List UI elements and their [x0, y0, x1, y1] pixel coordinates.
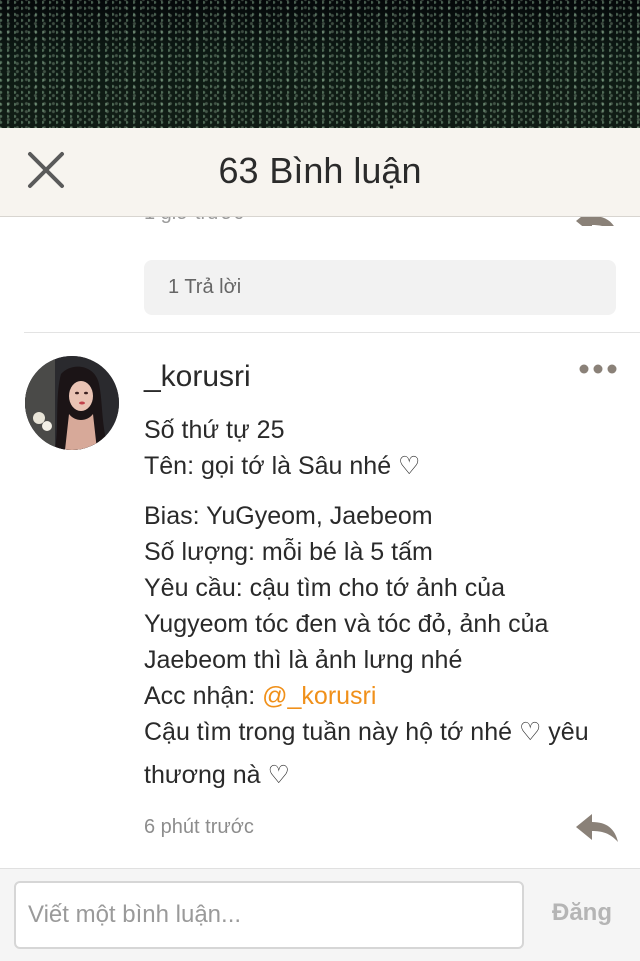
acc-label: Acc nhận: — [144, 682, 263, 710]
mention-link[interactable]: @_korusri — [262, 682, 376, 710]
reply-count-label: 1 Trả lời — [168, 276, 242, 298]
title-suffix: Bình luận — [269, 150, 422, 191]
comment-line: Yêu cầu: cậu tìm cho tớ ảnh của — [144, 574, 506, 602]
comment-composer: Đăng — [0, 868, 640, 961]
comment-divider — [24, 332, 640, 333]
comment-text: Số thứ tự 25 Tên: gọi tớ là Sâu nhé ♡ Bi… — [144, 412, 624, 800]
comment-line: thương nà ♡ — [144, 761, 290, 789]
more-dots-icon — [579, 364, 617, 374]
comment-username[interactable]: _korusri — [144, 360, 251, 394]
comments-header: 63 Bình luận — [0, 128, 640, 217]
comment-line: Yugyeom tóc đen và tóc đỏ, ảnh của — [144, 610, 549, 638]
header-background-image — [0, 0, 640, 128]
comment-line-acc: Acc nhận: @_korusri — [144, 678, 624, 714]
comment-line: Số thứ tự 25 — [144, 416, 285, 444]
comment-input[interactable] — [14, 881, 524, 949]
comment-line: Bias: YuGyeom, Jaebeom — [144, 502, 433, 530]
view-replies-button[interactable]: 1 Trả lời — [144, 260, 616, 315]
reply-button[interactable] — [574, 810, 620, 846]
comment-line: Jaebeom thì là ảnh lưng nhé — [144, 646, 463, 674]
avatar[interactable] — [25, 356, 119, 450]
comment-line: Số lượng: mỗi bé là 5 tấm — [144, 538, 433, 566]
comment-line: Tên: gọi tớ là Sâu nhé ♡ — [144, 452, 421, 480]
more-options-button[interactable] — [578, 358, 618, 380]
post-button[interactable]: Đăng — [552, 899, 612, 927]
comment-count: 63 — [218, 150, 259, 191]
reply-arrow-icon — [576, 814, 618, 842]
comment-timestamp: 6 phút trước — [144, 816, 254, 838]
page-title: 63 Bình luận — [0, 150, 640, 192]
comment-line: Cậu tìm trong tuần này hộ tớ nhé ♡ yêu — [144, 718, 589, 746]
user-photo — [25, 356, 119, 450]
